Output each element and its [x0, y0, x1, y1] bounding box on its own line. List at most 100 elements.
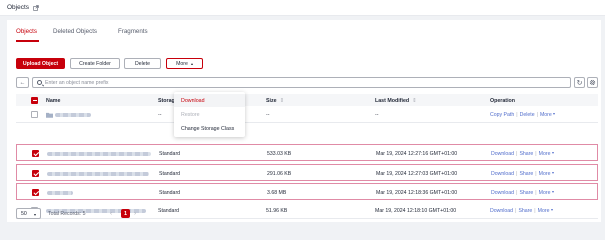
table-row[interactable]: Standard 533.03 KB Mar 19, 2024 12:27:16… [16, 144, 598, 161]
last-modified-cell: Mar 19, 2024 12:27:03 GMT+01:00 [376, 170, 458, 177]
gear-icon [589, 79, 596, 86]
share-link[interactable]: Share [518, 208, 532, 214]
chevron-up-icon [190, 62, 193, 65]
table-row[interactable]: Standard 3.68 MB Mar 19, 2024 12:18:36 G… [16, 183, 598, 200]
menu-item-change-storage-class[interactable]: Change Storage Class [174, 122, 245, 135]
more-link[interactable]: More [538, 208, 553, 214]
object-name-redacted[interactable] [55, 112, 91, 117]
more-link[interactable]: More [539, 151, 554, 157]
row-checkbox[interactable] [32, 169, 39, 177]
page-header: Objects [0, 0, 605, 16]
share-link[interactable]: Share [519, 171, 533, 177]
more-link-label: More [539, 111, 552, 118]
separator: | [516, 170, 518, 177]
more-link[interactable]: More [539, 190, 554, 196]
separator: | [534, 207, 536, 214]
chevron-down-icon [553, 113, 556, 115]
search-box [32, 77, 571, 88]
chevron-down-icon [551, 152, 554, 154]
more-link-label: More [537, 207, 550, 214]
delete-link[interactable]: Delete [520, 112, 535, 118]
download-link[interactable]: Download [490, 208, 513, 214]
more-dropdown-menu: Download Restore Change Storage Class [174, 92, 245, 137]
sort-icon[interactable]: ⇕ [280, 98, 284, 104]
separator: | [536, 111, 538, 118]
menu-item-download[interactable]: Download [174, 94, 245, 107]
tab-objects[interactable]: Objects [16, 28, 37, 35]
share-link[interactable]: Share [519, 151, 533, 157]
object-name-redacted[interactable] [47, 171, 149, 176]
table-row[interactable]: Standard 291.06 KB Mar 19, 2024 12:27:03… [16, 164, 598, 181]
pagination: 50 Total Records: 5 ‹ 1 › [16, 208, 216, 219]
separator: | [516, 150, 518, 157]
row-checkbox[interactable] [32, 149, 39, 157]
total-records: Total Records: 5 [48, 211, 86, 217]
table-row[interactable]: -- -- -- Copy Path | Delete | More [16, 106, 598, 123]
external-link-icon[interactable] [33, 4, 39, 11]
more-link-label: More [538, 189, 551, 196]
download-link[interactable]: Download [491, 171, 514, 177]
more-link-label: More [538, 150, 551, 157]
arrow-left-icon: ← [19, 79, 26, 86]
delete-label: Delete [135, 60, 150, 67]
storage-class-cell: -- [158, 111, 162, 118]
create-folder-button[interactable]: Create Folder [70, 58, 120, 69]
size-cell: 291.06 KB [267, 170, 292, 177]
upload-object-button[interactable]: Upload Object [16, 58, 65, 69]
tab-deleted-objects[interactable]: Deleted Objects [53, 28, 97, 35]
objects-panel: Objects Deleted Objects Fragments Upload… [7, 20, 601, 222]
download-link[interactable]: Download [491, 151, 514, 157]
chevron-down-icon [551, 172, 554, 174]
row-operations: Copy Path | Delete | More [490, 111, 556, 118]
storage-class-cell: Standard [159, 150, 181, 157]
last-modified-cell: Mar 19, 2024 12:18:36 GMT+01:00 [376, 189, 458, 196]
delete-button[interactable]: Delete [124, 58, 161, 69]
column-size[interactable]: Size ⇕ [266, 98, 284, 104]
tab-fragments[interactable]: Fragments [118, 28, 148, 35]
size-cell: 533.03 KB [267, 150, 292, 157]
storage-class-cell: Standard [159, 189, 181, 196]
page-size-select[interactable]: 50 [16, 208, 41, 219]
more-button[interactable]: More [166, 58, 203, 69]
select-all-checkbox[interactable] [31, 96, 38, 104]
row-operations: Download | Share | More [491, 171, 554, 177]
column-last-modified[interactable]: Last Modified ⇕ [375, 98, 417, 104]
more-link[interactable]: More [539, 171, 554, 177]
chevron-down-icon [551, 191, 554, 193]
current-page[interactable]: 1 [121, 209, 130, 218]
chevron-down-icon [550, 209, 553, 211]
row-operations: Download | Share | More [490, 208, 553, 214]
upload-object-label: Upload Object [22, 60, 59, 67]
separator: | [535, 189, 537, 196]
separator: | [535, 150, 537, 157]
next-page-icon[interactable]: › [134, 210, 136, 217]
more-label: More [176, 60, 188, 67]
sort-icon[interactable]: ⇕ [412, 98, 416, 104]
last-modified-cell: Mar 19, 2024 12:27:16 GMT+01:00 [376, 150, 458, 157]
separator: | [516, 111, 518, 118]
row-checkbox[interactable] [31, 110, 38, 118]
tab-bar: Objects Deleted Objects Fragments [7, 20, 601, 42]
row-checkbox[interactable] [32, 188, 39, 196]
object-name-redacted[interactable] [47, 190, 73, 195]
object-name-redacted[interactable] [47, 151, 151, 156]
settings-button[interactable] [587, 77, 598, 88]
last-modified-cell: -- [375, 111, 379, 118]
download-link[interactable]: Download [491, 190, 514, 196]
column-name[interactable]: Name [46, 98, 60, 104]
share-link[interactable]: Share [519, 190, 533, 196]
column-operation: Operation [490, 97, 516, 104]
active-tab-indicator [16, 40, 39, 42]
refresh-button[interactable]: ↻ [574, 77, 585, 88]
search-input[interactable] [45, 79, 345, 86]
page-size-value: 50 [21, 210, 27, 217]
menu-item-restore: Restore [181, 111, 200, 118]
more-link[interactable]: More [539, 111, 556, 118]
prev-page-icon[interactable]: ‹ [110, 210, 112, 217]
back-button[interactable]: ← [16, 77, 29, 88]
row-operations: Download | Share | More [491, 151, 554, 157]
page-title: Objects [7, 4, 30, 11]
separator: | [515, 207, 517, 214]
copy-path-link[interactable]: Copy Path [490, 112, 514, 118]
chevron-down-icon [34, 213, 36, 216]
